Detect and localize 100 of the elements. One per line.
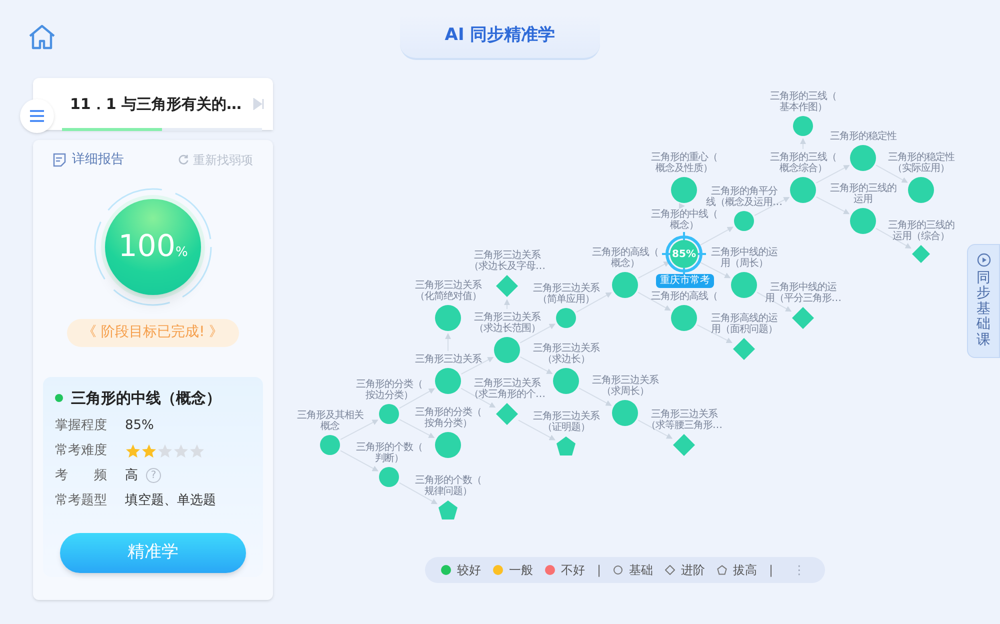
node-label: 三角形的高线（ 概念）: [592, 247, 658, 269]
node-label: 三角形的稳定性 （实际应用）: [888, 152, 954, 174]
edge-arrow: [754, 196, 790, 216]
node-label: 三角形的高线（: [650, 291, 718, 302]
node-label: 三角形三边关系: [414, 354, 482, 365]
node-label: 三角形的角平分 线（概念及运用…: [706, 186, 782, 208]
node-label: 三角形三边关系 （求周长）: [592, 375, 658, 397]
pentagon-node[interactable]: [438, 500, 458, 520]
legend-label: 基础: [629, 562, 654, 579]
legend-label: 不好: [561, 562, 585, 579]
diamond-node[interactable]: [792, 307, 814, 329]
side-tab[interactable]: 同步基础课: [967, 244, 1000, 358]
legend-label: 拔高: [733, 562, 758, 579]
document-icon: [53, 152, 66, 167]
pentagon-icon: [717, 565, 728, 575]
edge-arrow: [445, 333, 451, 352]
star-icon: [141, 442, 157, 458]
edge-arrow: [638, 292, 671, 311]
node-label: 三角形三边关系 （化简绝对值）: [414, 280, 482, 302]
node-label: 三角形的三线（ 概念综合）: [770, 152, 836, 174]
node-label: 三角形的三线的 运用（综合）: [888, 220, 954, 242]
diamond-node[interactable]: [496, 275, 518, 297]
edge-arrow: [578, 388, 612, 406]
diamond-node[interactable]: [496, 403, 518, 425]
star-icon: [189, 442, 205, 458]
edge-arrow: [679, 203, 685, 209]
star-icon: [173, 442, 189, 458]
node-label: 三角形的分类（ 按边分类）: [356, 379, 422, 401]
field-value: 高: [125, 466, 138, 485]
help-icon[interactable]: ?: [146, 468, 161, 483]
node-label: 三角形三边关系 （求等腰三角形…: [646, 409, 722, 431]
separator: |: [769, 562, 774, 579]
legend-label: 进阶: [681, 562, 706, 579]
edge-arrow: [504, 299, 510, 310]
node-label: 三角形三边关系 （简单应用）: [532, 283, 600, 305]
node-label: 三角形三边关系 （求三角形的个…: [469, 378, 545, 400]
node-label: 三角形的三线（ 基本作图）: [770, 91, 836, 113]
node-label: 三角形中线的运 用（周长）: [710, 247, 778, 269]
node-label: 三角形三边关系 （求边长）: [532, 343, 600, 365]
legend-label: 较好: [457, 562, 481, 579]
diamond-node[interactable]: [912, 245, 930, 263]
score-value: 100: [118, 228, 176, 266]
home-icon[interactable]: [27, 24, 57, 50]
node-label: 三角形三边关系 （求边长及字母…: [469, 250, 545, 272]
pentagon-node[interactable]: [556, 436, 576, 456]
field-value: 填空题、单选题: [125, 492, 216, 510]
edge-arrow: [576, 292, 612, 313]
diamond-node[interactable]: [673, 434, 695, 456]
report-link[interactable]: 详细报告: [53, 150, 124, 170]
node-label: 三角形的个数（ 规律问题）: [414, 475, 482, 497]
legend-label: 一般: [509, 562, 533, 579]
circle-icon: [613, 565, 624, 575]
refresh-button[interactable]: 重新找弱项: [178, 150, 253, 169]
star-icon: [125, 442, 141, 458]
node-label: 三角形三边关系 （求边长范围）: [474, 312, 540, 334]
chapter-title: 11．1 与三角形有关的…: [70, 94, 243, 115]
edge-arrow: [520, 356, 553, 374]
score-unit: %: [175, 244, 188, 262]
study-button[interactable]: 精准学: [60, 533, 246, 573]
edge-arrow: [756, 292, 792, 312]
field-label: 常考难度: [55, 442, 108, 460]
diamond-icon: [665, 565, 676, 575]
edge-arrow: [698, 226, 734, 247]
field-label: 常考题型: [55, 492, 108, 510]
node-label: 三角形的中线（ 概念）: [650, 209, 718, 231]
node-label: 三角形的分类（ 按角分类）: [414, 407, 482, 429]
edge-arrow: [399, 419, 435, 438]
edge-arrow: [816, 165, 850, 184]
node-label: 三角形的重心（ 概念及性质）: [650, 152, 718, 174]
knowledge-title: 三角形的中线（概念）: [71, 388, 221, 408]
menu-icon: [30, 110, 44, 122]
node-label: 三角形的三线的 运用: [830, 183, 896, 205]
separator: |: [597, 562, 602, 579]
node-label: 三角形及其相关 概念: [296, 410, 364, 432]
edge-arrow: [638, 420, 673, 439]
node-label: 三角形的个数（ 判断）: [356, 442, 422, 464]
star-icon: [157, 442, 173, 458]
field-value: 85%: [125, 416, 154, 435]
edge-arrow: [460, 388, 496, 408]
chapter-tab[interactable]: 11．1 与三角形有关的…: [33, 78, 273, 130]
goal-banner: 《 阶段目标已完成! 》: [67, 318, 239, 346]
edge-arrow: [340, 420, 378, 440]
skip-end-icon[interactable]: [253, 98, 265, 110]
exam-badge: 重庆市常考: [656, 274, 714, 288]
node-label: 三角形的稳定性: [830, 131, 896, 142]
edge-arrow: [800, 138, 806, 150]
node-label: 三角形中线的运 用（平分三角形…: [765, 282, 841, 304]
field-label: 考 频: [55, 466, 108, 485]
node-label: 三角形三边关系 （证明题）: [532, 411, 600, 433]
edge-arrow: [816, 196, 850, 214]
more-button[interactable]: ⋮: [793, 561, 806, 579]
edge-arrow: [876, 228, 912, 249]
menu-button[interactable]: [20, 99, 54, 133]
node-label: 三角形高线的运 用（面积问题）: [710, 313, 778, 335]
play-icon: [976, 253, 990, 267]
refresh-icon: [178, 154, 189, 166]
field-label: 掌握程度: [55, 416, 108, 435]
diamond-node[interactable]: [733, 338, 755, 360]
mastery-value: 85%: [672, 248, 696, 262]
app-title: AI 同步精准学: [444, 24, 556, 48]
